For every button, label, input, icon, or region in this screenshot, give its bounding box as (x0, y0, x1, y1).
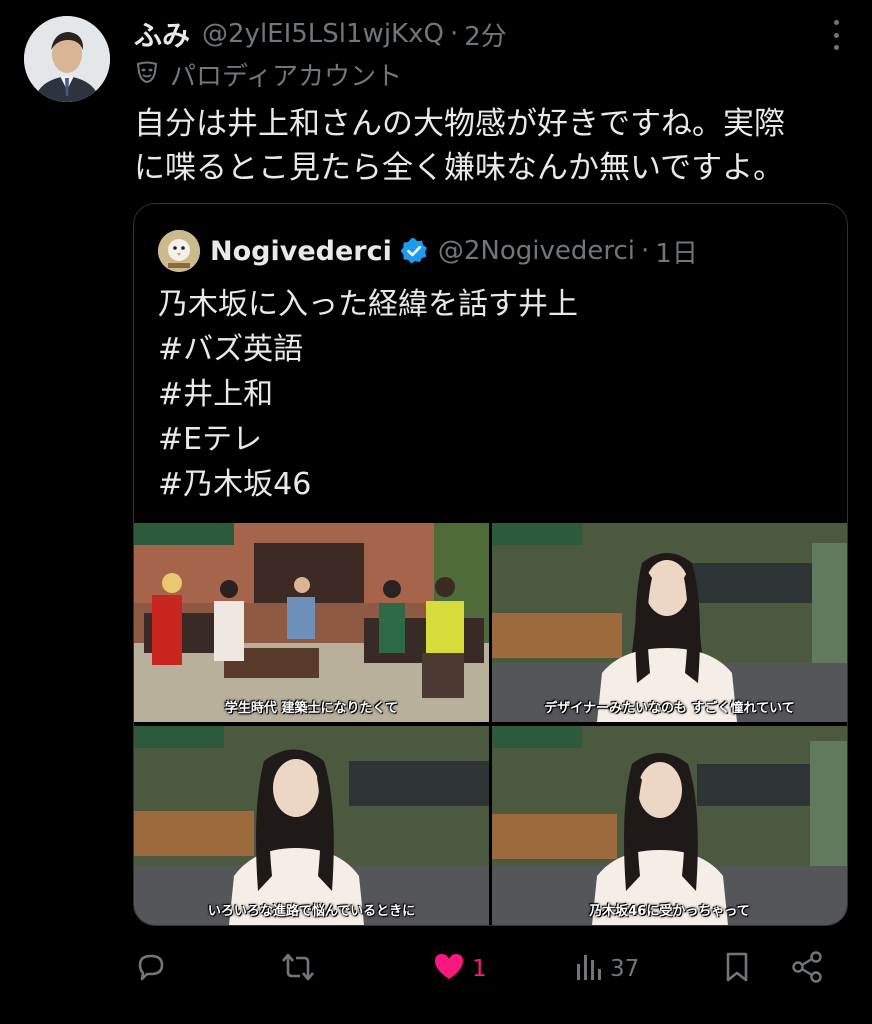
media-image-2[interactable]: デザイナーみたいなのも すごく憧れていて (492, 523, 847, 722)
tweet-text: 自分は井上和さんの大物感が好きですね。実際 に喋るとこ見たら全く嫌味なんか無いで… (134, 106, 785, 186)
tweet-timestamp[interactable]: 2分 (464, 16, 507, 53)
author-avatar[interactable] (24, 16, 110, 102)
quoted-author-handle[interactable]: @2Nogivederci (438, 236, 635, 266)
retweet-button[interactable] (280, 946, 316, 992)
media-image-3[interactable]: いろいろな進路で悩んでいるときに (134, 726, 489, 925)
quoted-author-display-name[interactable]: Nogivederci (210, 236, 392, 267)
retweet-icon (280, 950, 316, 988)
tweet-action-bar: 1 37 (134, 946, 834, 992)
author-display-name[interactable]: ふみ (134, 14, 190, 54)
tweet-header: ふみ @2ylEI5LSl1wjKxQ · 2分 (134, 14, 852, 54)
author-handle[interactable]: @2ylEI5LSl1wjKxQ (202, 19, 444, 49)
reply-icon (134, 950, 168, 988)
bookmark-button[interactable] (722, 946, 752, 992)
media-grid: 学生時代 建築士になりたくて デザイナーみたいなのも すごく憧れていて いろいろ… (134, 523, 847, 925)
quoted-author-avatar[interactable] (158, 230, 200, 272)
media-image-1[interactable]: 学生時代 建築士になりたくて (134, 523, 489, 722)
like-count: 1 (472, 956, 487, 982)
views-chart-icon (574, 950, 604, 988)
parody-label-text: パロディアカウント (170, 61, 403, 92)
verified-badge-icon (400, 237, 428, 265)
reply-button[interactable] (134, 946, 168, 992)
views-count: 37 (610, 956, 640, 982)
bookmark-icon (722, 950, 752, 988)
separator-dot: · (449, 19, 459, 49)
like-button[interactable]: 1 (432, 946, 487, 992)
media-image-4[interactable]: 乃木坂46に受かっちゃって (492, 726, 847, 925)
parody-account-label: パロディアカウント (134, 56, 402, 92)
video-subtitle: 学生時代 建築士になりたくて (224, 701, 399, 716)
quoted-tweet-header: Nogivederci @2Nogivederci · 1日 (158, 230, 698, 272)
views-button[interactable]: 37 (574, 946, 639, 992)
quoted-tweet-text: 乃木坂に入った経緯を話す井上 #バズ英語 #井上和 #Eテレ #乃木坂46 (158, 287, 578, 502)
theater-mask-icon (134, 59, 160, 89)
video-subtitle: いろいろな進路で悩んでいるときに (207, 904, 416, 919)
video-subtitle: 乃木坂46に受かっちゃって (589, 904, 750, 919)
quoted-tweet-card[interactable]: Nogivederci @2Nogivederci · 1日 乃木坂に入った経緯… (133, 203, 848, 926)
heart-icon (432, 950, 466, 988)
more-options-icon[interactable] (828, 20, 844, 50)
quoted-tweet-timestamp[interactable]: 1日 (655, 233, 698, 270)
video-subtitle: デザイナーみたいなのも すごく憧れていて (544, 701, 795, 716)
separator-dot: · (641, 236, 650, 266)
share-icon (790, 950, 824, 988)
share-button[interactable] (790, 946, 824, 992)
